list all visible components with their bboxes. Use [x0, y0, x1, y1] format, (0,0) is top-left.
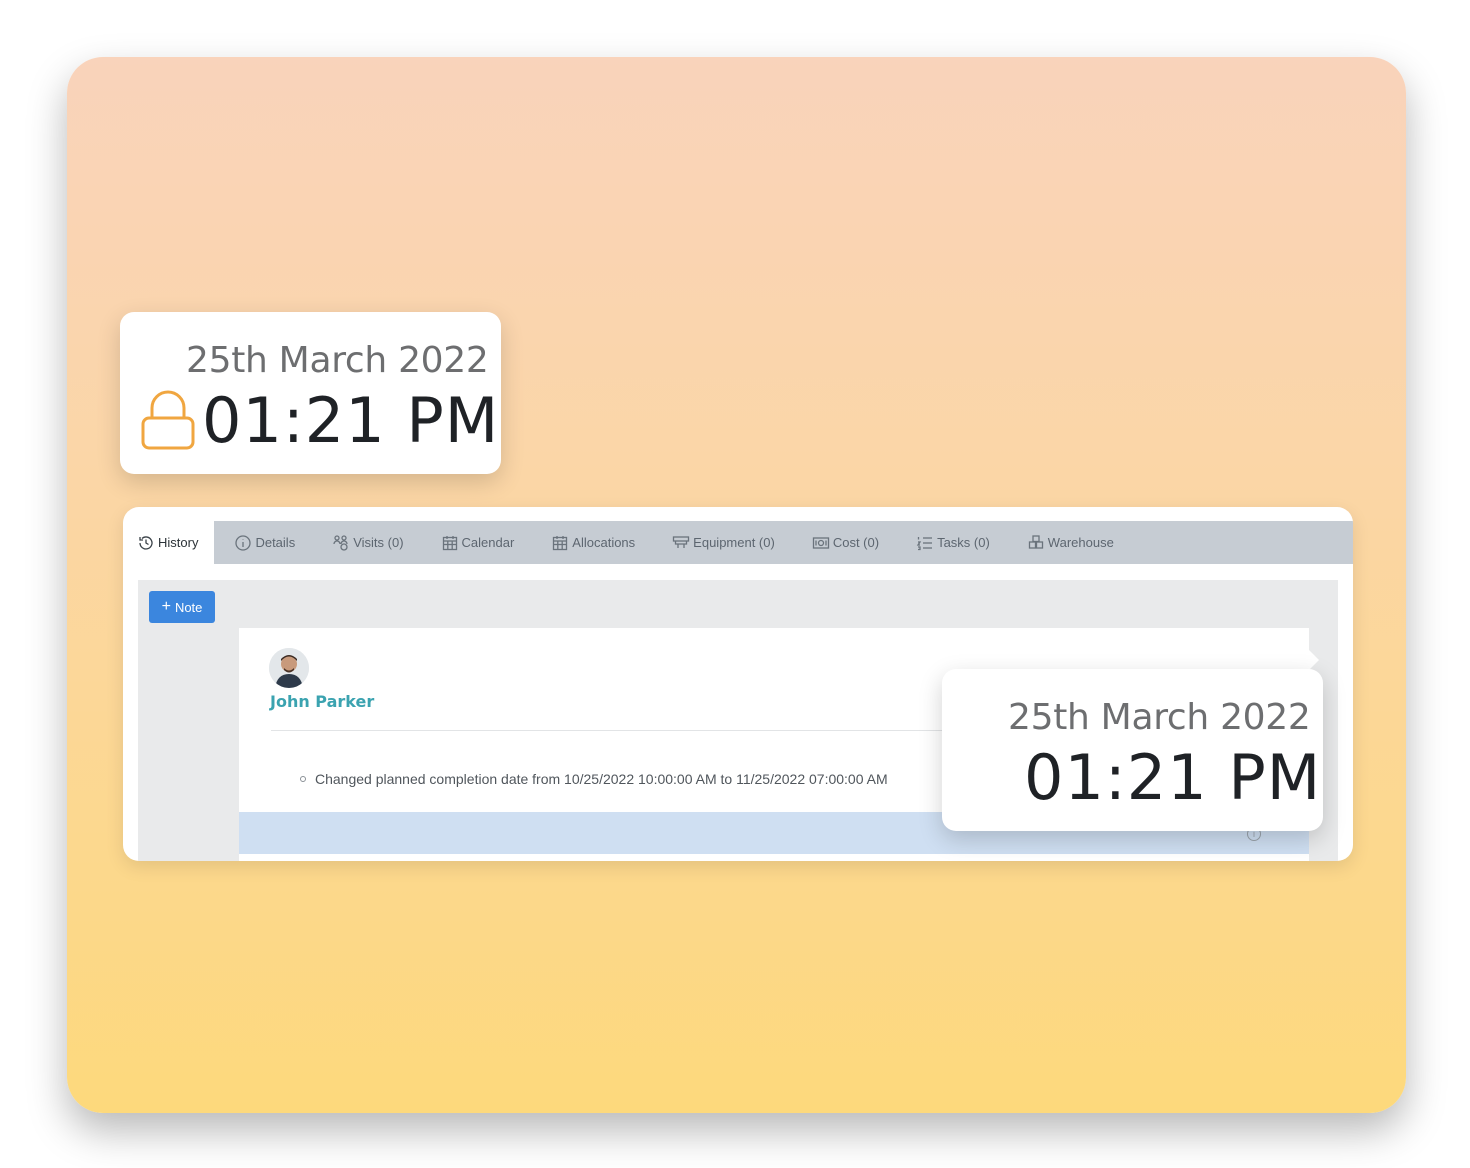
- plus-icon: +: [161, 598, 171, 615]
- add-note-button[interactable]: + Note: [149, 591, 215, 623]
- tab-cost[interactable]: Cost (0): [812, 521, 879, 564]
- tab-details[interactable]: Details: [234, 521, 295, 564]
- entry-divider: [271, 730, 971, 731]
- info-icon: [235, 534, 252, 551]
- cost-icon: [812, 536, 829, 549]
- tab-label: Calendar: [461, 535, 515, 550]
- lock-icon: [141, 390, 195, 450]
- history-icon: [139, 535, 153, 550]
- list-item: Changed planned completion date from 10/…: [300, 771, 888, 787]
- avatar: [269, 648, 309, 688]
- tasks-icon: [916, 536, 933, 550]
- equipment-icon: [673, 535, 690, 548]
- warehouse-icon: [1028, 534, 1043, 549]
- tab-allocations[interactable]: Allocations: [551, 521, 635, 564]
- change-text: Changed planned completion date from 10/…: [315, 771, 888, 787]
- tab-label: Allocations: [572, 535, 636, 550]
- timestamp-date: 25th March 2022: [1008, 697, 1311, 738]
- tab-warehouse[interactable]: Warehouse: [1027, 521, 1114, 564]
- entry-pointer: [1309, 650, 1319, 670]
- tab-label: Visits (0): [353, 535, 404, 550]
- tab-label: Warehouse: [1047, 535, 1114, 550]
- tab-tasks[interactable]: Tasks (0): [916, 521, 990, 564]
- calendar-icon: [442, 535, 457, 550]
- timestamp-time: 01:21 PM: [1024, 741, 1322, 814]
- tab-equipment[interactable]: Equipment (0): [672, 521, 775, 564]
- tab-label: Equipment (0): [693, 535, 775, 550]
- tab-history[interactable]: History: [123, 521, 215, 564]
- add-note-label: Note: [174, 599, 203, 615]
- tab-visits[interactable]: Visits (0): [332, 521, 404, 564]
- author-name[interactable]: John Parker: [270, 692, 374, 711]
- bullet: [300, 776, 306, 782]
- allocations-icon: [553, 535, 568, 550]
- timestamp-card: 25th March 2022 01:21 PM: [942, 669, 1323, 831]
- tab-label: Cost (0): [832, 535, 880, 550]
- timestamp-time: 01:21 PM: [202, 384, 500, 457]
- tab-label: History: [158, 535, 199, 550]
- tab-bar: History Details Visits (0) Calendar Allo…: [123, 521, 1353, 564]
- timestamp-card-locked: 25th March 2022 01:21 PM: [120, 312, 501, 474]
- tab-calendar[interactable]: Calendar: [441, 521, 515, 564]
- tab-label: Tasks (0): [937, 535, 990, 550]
- timestamp-date: 25th March 2022: [186, 340, 489, 381]
- visits-icon: [333, 534, 348, 551]
- tab-label: Details: [255, 535, 296, 550]
